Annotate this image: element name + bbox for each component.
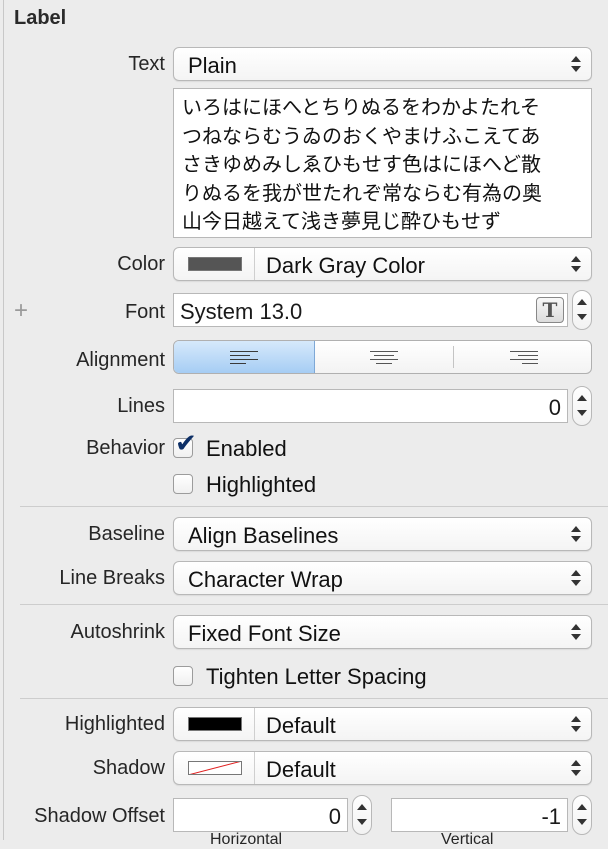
font-size-stepper[interactable]	[572, 290, 592, 330]
left-border	[3, 0, 4, 840]
tighten-label[interactable]: Tighten Letter Spacing	[206, 664, 427, 690]
shadow-offset-label: Shadow Offset	[34, 805, 165, 827]
popup-divider	[254, 752, 255, 784]
text-line: いろはにほへとちりぬるをわかよたれそ	[182, 95, 540, 119]
text-type-value: Plain	[188, 53, 237, 78]
font-picker-icon[interactable]: T	[536, 297, 564, 323]
font-label: Font	[124, 301, 165, 323]
text-line: さきゆめみしゑひもせす色はにほへど散	[182, 152, 541, 176]
shadow-offset-vertical-value: -1	[541, 804, 561, 829]
text-type-popup[interactable]: Plain	[173, 47, 592, 81]
align-center-segment[interactable]	[314, 341, 453, 373]
popup-divider	[254, 248, 255, 280]
lines-value: 0	[548, 395, 561, 420]
font-picker-glyph: T	[542, 298, 558, 322]
font-field[interactable]: System 13.0 T	[173, 293, 568, 327]
text-line: 山今日越えて浅き夢見じ酔ひもせず	[182, 209, 501, 233]
popup-arrows-icon	[571, 254, 581, 274]
text-line: りぬるを我が世たれぞ常ならむ有為の奥	[182, 180, 542, 205]
popup-arrows-icon	[571, 714, 581, 734]
baseline-popup[interactable]: Align Baselines	[173, 517, 592, 551]
shadow-offset-horizontal-value: 0	[328, 804, 341, 829]
stepper-down-icon	[577, 819, 587, 825]
lines-field[interactable]: 0	[173, 389, 568, 423]
lines-stepper[interactable]	[572, 386, 592, 426]
shadow-offset-horizontal-stepper[interactable]	[352, 795, 372, 835]
line-breaks-popup[interactable]: Character Wrap	[173, 561, 592, 595]
text-content-area[interactable]: いろはにほへとちりぬるをわかよたれそ つねならむうゐのおくやまけふこえてあ さき…	[173, 88, 592, 238]
align-left-icon	[230, 351, 258, 364]
highlighted-color-label: Highlighted	[64, 713, 165, 735]
stepper-up-icon	[357, 804, 367, 810]
autoshrink-label: Autoshrink	[70, 621, 166, 643]
stepper-down-icon	[577, 314, 587, 320]
stepper-up-icon	[577, 395, 587, 401]
stepper-down-icon	[577, 410, 587, 416]
align-left-segment[interactable]	[174, 341, 315, 373]
no-color-swatch-icon	[188, 761, 242, 775]
popup-divider	[254, 708, 255, 740]
autoshrink-popup[interactable]: Fixed Font Size	[173, 615, 592, 649]
text-line: つねならむうゐのおくやまけふこえてあ	[182, 123, 541, 148]
shadow-popup[interactable]: Default	[173, 751, 592, 785]
highlighted-color-swatch	[188, 717, 242, 731]
stepper-up-icon	[577, 804, 587, 810]
add-font-variation-icon[interactable]: +	[14, 297, 28, 325]
stepper-up-icon	[577, 299, 587, 305]
separator	[20, 604, 608, 605]
color-swatch	[188, 257, 242, 271]
lines-label: Lines	[117, 395, 165, 417]
alignment-control	[173, 340, 592, 374]
behavior-label: Behavior	[86, 437, 165, 459]
highlighted-color-value: Default	[266, 713, 336, 738]
highlighted-checkbox-label[interactable]: Highlighted	[206, 472, 316, 498]
shadow-offset-vertical-field[interactable]: -1	[391, 798, 568, 832]
line-breaks-value: Character Wrap	[188, 567, 343, 592]
color-label: Color	[117, 253, 165, 275]
align-right-icon	[510, 351, 538, 364]
vertical-caption: Vertical	[441, 831, 494, 848]
popup-arrows-icon	[571, 758, 581, 778]
popup-arrows-icon	[571, 568, 581, 588]
color-popup[interactable]: Dark Gray Color	[173, 247, 592, 281]
separator	[20, 506, 608, 507]
popup-arrows-icon	[571, 54, 581, 74]
shadow-label: Shadow	[92, 757, 165, 779]
align-center-icon	[370, 351, 398, 364]
section-title: Label	[14, 7, 67, 29]
baseline-label: Baseline	[88, 523, 165, 545]
highlighted-checkbox[interactable]	[173, 474, 193, 494]
font-value: System 13.0	[180, 299, 303, 324]
enabled-label[interactable]: Enabled	[206, 436, 287, 462]
checkmark-icon: ✔	[175, 429, 197, 459]
enabled-checkbox[interactable]: ✔	[173, 429, 197, 459]
baseline-value: Align Baselines	[188, 523, 339, 548]
horizontal-caption: Horizontal	[210, 831, 283, 848]
align-right-segment[interactable]	[454, 341, 591, 373]
alignment-label: Alignment	[76, 349, 165, 371]
popup-arrows-icon	[571, 622, 581, 642]
shadow-offset-vertical-stepper[interactable]	[572, 795, 592, 835]
color-value: Dark Gray Color	[266, 253, 425, 278]
highlighted-color-popup[interactable]: Default	[173, 707, 592, 741]
stepper-down-icon	[357, 819, 367, 825]
separator	[20, 698, 608, 699]
text-label: Text	[128, 53, 165, 75]
autoshrink-value: Fixed Font Size	[188, 621, 341, 646]
tighten-checkbox[interactable]	[173, 666, 193, 686]
shadow-offset-horizontal-field[interactable]: 0	[173, 798, 348, 832]
shadow-value: Default	[266, 757, 336, 782]
line-breaks-label: Line Breaks	[59, 567, 165, 589]
popup-arrows-icon	[571, 524, 581, 544]
